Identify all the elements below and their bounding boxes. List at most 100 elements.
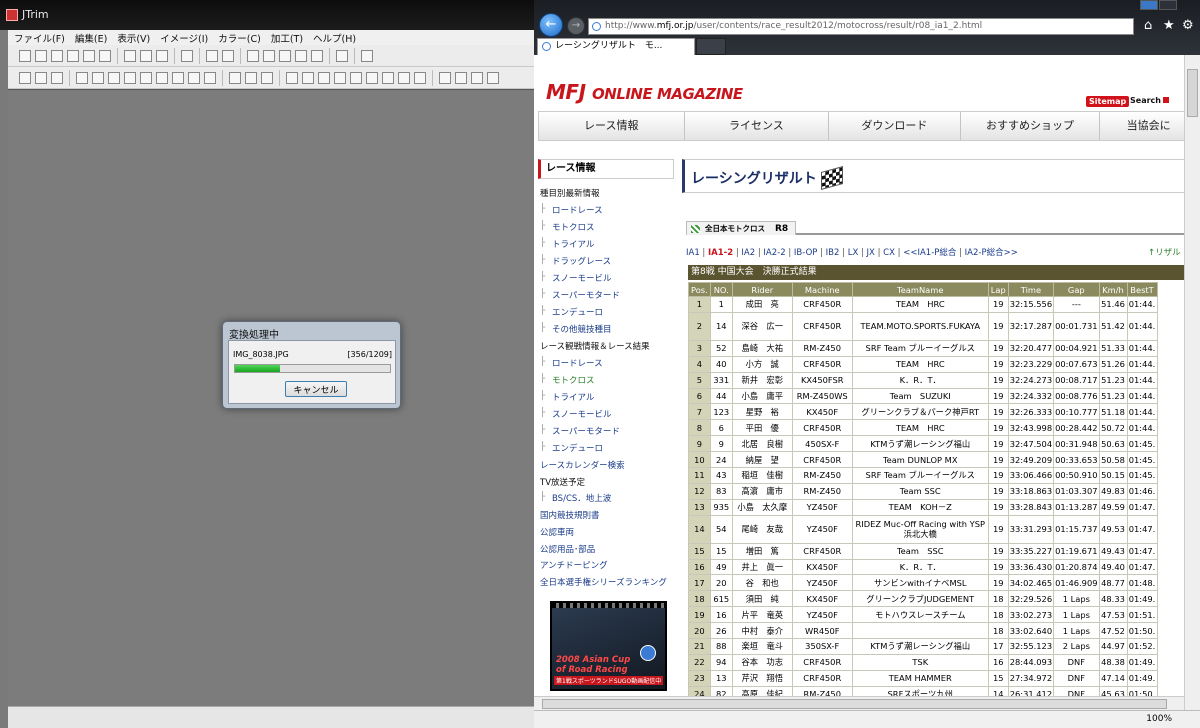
cut-icon[interactable] [124, 49, 136, 62]
redo-icon[interactable] [222, 49, 234, 62]
sitemap-link[interactable]: Sitemap [1086, 96, 1130, 107]
paste-new-icon[interactable] [156, 49, 168, 62]
contrast-icon[interactable] [302, 71, 314, 84]
menu-color[interactable]: カラー(C) [212, 30, 265, 45]
nav-license[interactable]: ライセンス [685, 112, 830, 140]
sidebar-item[interactable]: スノーモービル [552, 408, 612, 420]
class-link[interactable]: IA2 [741, 248, 755, 258]
menu-image[interactable]: イメージ(I) [154, 30, 212, 45]
menu-help[interactable]: ヘルプ(H) [307, 30, 360, 45]
blur-icon[interactable] [414, 71, 426, 84]
shape-icon[interactable] [279, 49, 291, 62]
class-link[interactable]: IA1-2 [708, 248, 733, 258]
class-link[interactable]: IA2-2 [763, 248, 785, 258]
new-tab-button[interactable] [696, 38, 726, 55]
sidebar-item[interactable]: レース観戦情報＆レース結果 [540, 340, 650, 352]
sidebar-item[interactable]: スノーモービル [552, 272, 612, 284]
maximize-icon[interactable] [1140, 0, 1158, 10]
nav-about[interactable]: 当協会に [1100, 112, 1184, 140]
mfj-logo[interactable]: MFJ ONLINE MAGAZINE [546, 80, 743, 104]
sidebar-item[interactable]: 全日本選手権シリーズランキング [540, 576, 667, 588]
column-header[interactable]: Machine [791, 282, 853, 297]
horizontal-scrollbar[interactable] [534, 696, 1184, 710]
rotate-icon[interactable] [188, 71, 200, 84]
zoom-out-icon[interactable] [51, 71, 63, 84]
sidebar-item[interactable]: 公認用品･部品 [540, 543, 595, 555]
class-link[interactable]: IB2 [826, 248, 840, 258]
rotate-right-icon[interactable] [204, 71, 216, 84]
nav-download[interactable]: ダウンロード [829, 112, 961, 140]
sidebar-item[interactable]: レースカレンダー検索 [540, 459, 625, 471]
sepia-icon[interactable] [245, 71, 257, 84]
sidebar-item[interactable]: モトクロス [552, 221, 595, 233]
column-header[interactable]: NO. [709, 282, 733, 297]
new-file-icon[interactable] [35, 49, 47, 62]
result-link[interactable]: ↑リザル [1148, 246, 1181, 258]
negative-icon[interactable] [261, 71, 273, 84]
save-icon[interactable] [67, 49, 79, 62]
filter-icon[interactable] [439, 71, 451, 84]
move-icon[interactable] [140, 71, 152, 84]
gamma-icon[interactable] [334, 71, 346, 84]
series-tab[interactable]: 全日本モトクロス R8 [686, 221, 796, 235]
cancel-button[interactable]: キャンセル [285, 381, 347, 397]
sidebar-item[interactable]: エンデューロ [552, 442, 603, 454]
saturation-icon[interactable] [382, 71, 394, 84]
sidebar-item[interactable]: BS/CS．地上波 [552, 492, 611, 504]
noise-icon[interactable] [487, 71, 499, 84]
print-icon[interactable] [83, 49, 95, 62]
color-balance-icon[interactable] [318, 71, 330, 84]
open-icon[interactable] [51, 49, 63, 62]
sharpen-icon[interactable] [398, 71, 410, 84]
class-link[interactable]: IB-OP [794, 248, 817, 258]
hue-icon[interactable] [366, 71, 378, 84]
home-icon[interactable]: ⌂ [1144, 18, 1152, 33]
gear-icon[interactable]: ⚙ [1182, 18, 1194, 33]
sidebar-item[interactable]: 種目別最新情報 [540, 187, 600, 199]
menu-file[interactable]: ファイル(F) [8, 30, 69, 45]
sidebar-item[interactable]: アンチドーピング [540, 559, 608, 571]
sidebar-item[interactable]: トライアル [552, 391, 594, 403]
column-header[interactable]: Gap [1053, 282, 1100, 297]
crop-icon[interactable] [76, 71, 88, 84]
browser-tab[interactable]: レーシングリザルト モ... [537, 38, 695, 55]
vertical-scroll-thumb[interactable] [1187, 69, 1198, 117]
column-header[interactable]: Pos. [688, 282, 711, 297]
select-icon[interactable] [247, 49, 259, 62]
mosaic-icon[interactable] [350, 71, 362, 84]
bar-icon[interactable] [311, 49, 323, 62]
eyedropper-icon[interactable] [361, 49, 373, 62]
grid-icon[interactable] [295, 49, 307, 62]
sidebar-item[interactable]: 国内競技規則書 [540, 509, 600, 521]
zoom-icon[interactable] [19, 71, 31, 84]
sidebar-item[interactable]: トライアル [552, 238, 594, 250]
horizontal-scroll-thumb[interactable] [542, 699, 1167, 709]
sidebar-item[interactable]: その他競技種目 [552, 323, 612, 335]
address-bar[interactable]: http://www.mfj.or.jp/user/contents/race_… [588, 18, 1134, 35]
sidebar-item[interactable]: TV放送予定 [540, 476, 585, 488]
column-header[interactable]: Km/h [1098, 282, 1128, 297]
sidebar-item[interactable]: スーパーモタード [552, 425, 620, 437]
paste-icon[interactable] [140, 49, 152, 62]
flip-v-icon[interactable] [124, 71, 136, 84]
zoom-in-icon[interactable] [35, 71, 47, 84]
menu-edit[interactable]: 編集(E) [69, 30, 111, 45]
sidebar-item[interactable]: ロードレース [552, 204, 603, 216]
menu-process[interactable]: 加工(T) [265, 30, 307, 45]
class-link[interactable]: JX [867, 248, 875, 258]
nav-race-info[interactable]: レース情報 [539, 112, 685, 140]
zoom-level[interactable]: 100% [1146, 714, 1172, 724]
vertical-scrollbar[interactable] [1184, 55, 1200, 710]
sidebar-item[interactable]: エンデューロ [552, 306, 603, 318]
asian-cup-banner[interactable]: 2008 Asian Cup of Road Racing 第1戦スポーツランドS… [550, 601, 667, 691]
nav-shop[interactable]: おすすめショップ [961, 112, 1101, 140]
star-icon[interactable]: ★ [1163, 18, 1175, 33]
column-header[interactable]: Lap [987, 282, 1009, 297]
column-header[interactable]: TeamName [851, 282, 989, 297]
copy-icon[interactable] [99, 49, 111, 62]
column-header[interactable]: Rider [731, 282, 793, 297]
sidebar-item[interactable]: スーパーモタード [552, 289, 620, 301]
class-link[interactable]: <<IA1-P総合 [903, 248, 956, 258]
close-icon[interactable] [1159, 0, 1177, 10]
column-header[interactable]: Time [1007, 282, 1055, 297]
